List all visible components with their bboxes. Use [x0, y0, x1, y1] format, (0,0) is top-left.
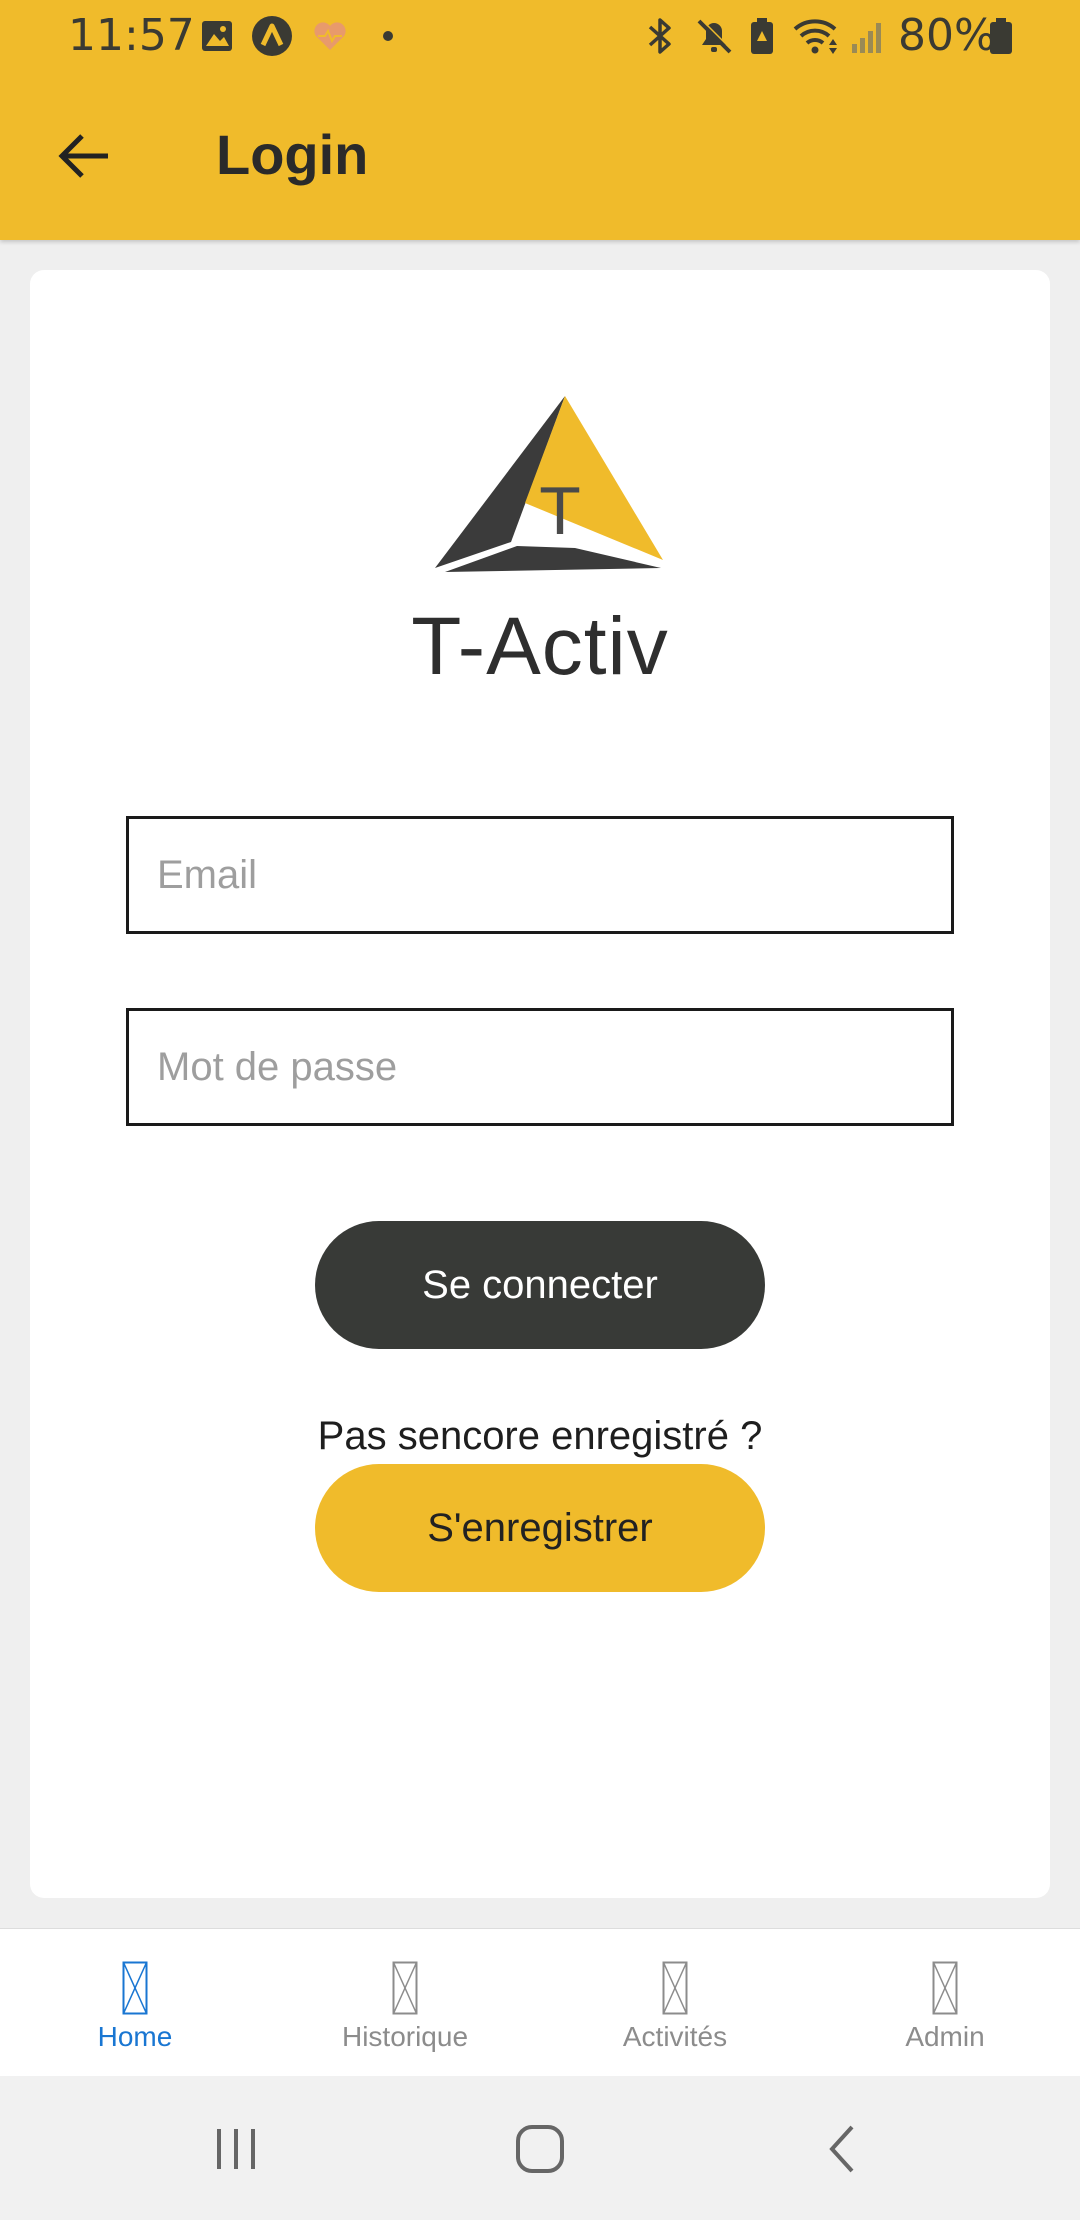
battery-percent: 80% [898, 10, 996, 61]
system-nav-bar [0, 2076, 1080, 2220]
home-button[interactable] [500, 2114, 580, 2184]
wifi-icon [790, 16, 842, 56]
page-title: Login [216, 123, 369, 186]
login-card: T T-Activ Se connecter Pas sencore enreg… [30, 270, 1050, 1898]
tab-historique[interactable]: Historique [270, 1929, 540, 2076]
dot-icon [378, 16, 398, 56]
tab-activites[interactable]: Activités [540, 1929, 810, 2076]
tab-label: Admin [905, 2021, 985, 2052]
password-field[interactable] [126, 1008, 954, 1126]
placeholder-glyph-icon [932, 1961, 958, 2015]
tab-home[interactable]: Home [0, 1929, 270, 2076]
battery-saver-icon [746, 16, 778, 56]
battery-icon [986, 16, 1016, 56]
tab-label: Activités [622, 2021, 728, 2052]
bluetooth-icon [640, 16, 680, 56]
top-bar: 11:57 80% Login [0, 0, 1080, 240]
password-input[interactable] [129, 1011, 951, 1123]
app-bar: Login [0, 72, 1080, 240]
placeholder-glyph-icon [662, 1961, 688, 2015]
arrow-left-icon [58, 134, 108, 178]
app-logo: T [425, 388, 715, 588]
signal-icon [848, 16, 888, 56]
image-icon [198, 16, 236, 56]
register-prompt: Pas sencore enregistré ? [317, 1414, 763, 1458]
bottom-tab-bar: Home Historique Activités Admin [0, 1928, 1080, 2076]
system-back-button[interactable] [802, 2114, 882, 2184]
home-circle-icon [516, 2125, 564, 2173]
email-field[interactable] [126, 816, 954, 934]
email-input[interactable] [129, 819, 951, 931]
login-button[interactable]: Se connecter [315, 1221, 765, 1349]
logo-letter: T [539, 473, 581, 549]
recent-apps-icon [217, 2129, 255, 2169]
status-bar: 11:57 80% [0, 0, 1080, 72]
placeholder-glyph-icon [122, 1961, 148, 2015]
recent-apps-button[interactable] [196, 2114, 276, 2184]
brand-name: T-Activ [411, 601, 669, 692]
status-time: 11:57 [68, 10, 195, 61]
tab-admin[interactable]: Admin [810, 1929, 1080, 2076]
register-button[interactable]: S'enregistrer [315, 1464, 765, 1592]
tab-label: Historique [341, 2021, 469, 2052]
heart-icon [310, 16, 350, 56]
back-button[interactable] [40, 112, 128, 200]
placeholder-glyph-icon [392, 1961, 418, 2015]
chevron-left-icon [829, 2125, 854, 2173]
mute-icon [692, 16, 736, 56]
tab-label: Home [97, 2021, 173, 2052]
app-icon [250, 16, 294, 56]
